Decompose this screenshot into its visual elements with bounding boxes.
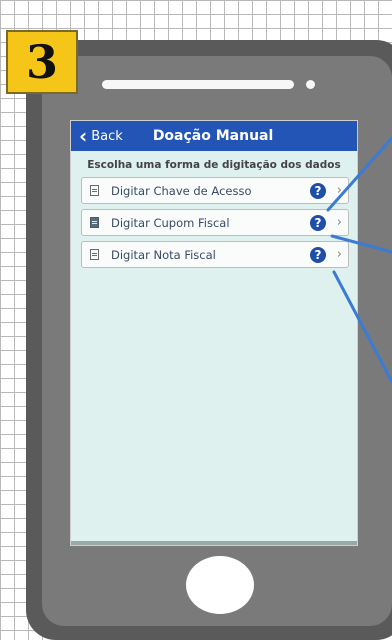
option-label: Digitar Nota Fiscal xyxy=(111,247,216,262)
back-label: Back xyxy=(91,128,123,144)
instruction-text: Escolha uma forma de digitação dos dados xyxy=(87,159,341,171)
step-badge: 3 xyxy=(6,30,78,94)
option-nota-fiscal[interactable]: Digitar Nota Fiscal ? › xyxy=(81,241,349,268)
app-screen: ‹ Back Doação Manual Escolha uma forma d… xyxy=(70,120,358,546)
option-label: Digitar Chave de Acesso xyxy=(111,183,252,198)
option-chave-de-acesso[interactable]: Digitar Chave de Acesso ? › xyxy=(81,177,349,204)
barcode-card-icon xyxy=(90,185,99,196)
help-icon[interactable]: ? xyxy=(310,183,326,199)
phone-home-button[interactable] xyxy=(186,556,254,614)
phone-camera xyxy=(306,80,315,89)
help-icon[interactable]: ? xyxy=(310,247,326,263)
screen-bottom-bar xyxy=(71,541,357,545)
chevron-right-icon: › xyxy=(336,183,342,198)
help-icon[interactable]: ? xyxy=(310,215,326,231)
nav-bar: ‹ Back Doação Manual xyxy=(71,121,357,151)
phone-speaker xyxy=(102,80,294,89)
option-cupom-fiscal[interactable]: Digitar Cupom Fiscal ? › xyxy=(81,209,349,236)
chevron-left-icon: ‹ xyxy=(79,124,88,148)
chevron-right-icon: › xyxy=(336,215,342,230)
page-title: Doação Manual xyxy=(152,128,274,144)
step-number: 3 xyxy=(25,35,58,89)
option-label: Digitar Cupom Fiscal xyxy=(111,215,230,230)
chevron-right-icon: › xyxy=(336,247,342,262)
document-icon xyxy=(90,249,99,260)
back-button[interactable]: ‹ Back xyxy=(79,126,123,146)
receipt-icon xyxy=(90,217,99,228)
